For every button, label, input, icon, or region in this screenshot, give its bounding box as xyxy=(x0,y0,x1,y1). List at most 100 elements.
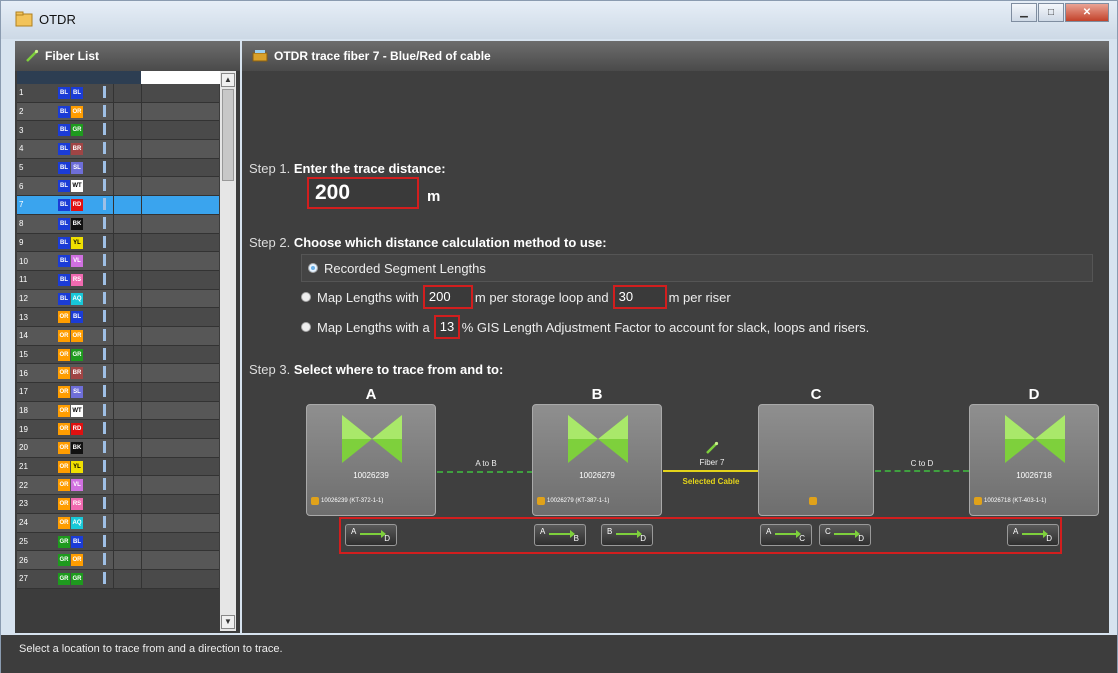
fiber-row[interactable]: 18 OR WT xyxy=(17,401,219,421)
scroll-down-icon[interactable]: ▼ xyxy=(221,615,235,629)
drag-handle-icon[interactable] xyxy=(103,422,106,435)
fiber-row[interactable]: 24 OR AQ xyxy=(17,513,219,533)
drag-handle-icon[interactable] xyxy=(103,86,106,98)
node-b[interactable]: 10026279 10026279 (KT-387-1-1) xyxy=(532,404,662,516)
trace-a-to-d-button[interactable]: A D xyxy=(345,524,397,546)
drag-handle-icon[interactable] xyxy=(103,291,106,304)
maximize-button[interactable]: □ xyxy=(1038,3,1064,22)
column-divider xyxy=(113,551,114,569)
node-a[interactable]: 10026239 10026239 (KT-372-1-1) xyxy=(306,404,436,516)
node-c[interactable] xyxy=(758,404,874,516)
drag-handle-icon[interactable] xyxy=(103,403,106,416)
drag-handle-icon[interactable] xyxy=(103,198,106,211)
drag-handle-icon[interactable] xyxy=(103,459,106,472)
drag-handle-icon[interactable] xyxy=(103,160,106,173)
link-a-to-b[interactable] xyxy=(437,471,533,473)
trace-c-to-d-button[interactable]: C D xyxy=(819,524,871,546)
fiber-row[interactable]: 3 BL GR xyxy=(17,121,219,141)
column-divider xyxy=(113,345,114,364)
node-letter-d: D xyxy=(1028,386,1040,403)
fiber-row[interactable]: 5 BL SL xyxy=(17,158,219,178)
trace-a-to-c-button[interactable]: A C xyxy=(760,524,812,546)
drag-handle-icon[interactable] xyxy=(103,534,106,547)
fiber-row[interactable]: 14 OR OR xyxy=(17,326,219,346)
drag-handle-icon[interactable] xyxy=(103,441,106,454)
drag-handle-icon[interactable] xyxy=(103,571,106,584)
fiber-color-tags: BL BR xyxy=(57,143,83,156)
drag-handle-icon[interactable] xyxy=(103,179,106,192)
fiber-row[interactable]: 21 OR YL xyxy=(17,457,219,477)
drag-handle-icon[interactable] xyxy=(103,254,106,267)
option-recorded-segment-lengths[interactable]: Recorded Segment Lengths xyxy=(301,254,1093,282)
drag-handle-icon[interactable] xyxy=(103,310,106,323)
gis-factor-input[interactable]: 13 xyxy=(433,315,460,339)
fiber-row[interactable]: 13 OR BL xyxy=(17,308,219,327)
fiber-color-tag: OR xyxy=(58,311,70,324)
fiber-row[interactable]: 10 BL VL xyxy=(17,252,219,271)
fiber-list-scrollbar[interactable]: ▲ ▼ xyxy=(220,71,236,631)
fiber-number: 17 xyxy=(19,387,28,397)
fiber-row[interactable]: 12 BL AQ xyxy=(17,289,219,309)
option2-text-c: m per riser xyxy=(668,289,731,305)
fiber-row[interactable]: 17 OR SL xyxy=(17,383,219,402)
fiber-row[interactable]: 25 GR BL xyxy=(17,532,219,552)
storage-loop-input[interactable]: 200 xyxy=(422,285,473,309)
drag-handle-icon[interactable] xyxy=(103,347,106,360)
fiber-color-tags: OR BL xyxy=(57,311,83,324)
fiber-row[interactable]: 23 OR RS xyxy=(17,495,219,514)
fiber-color-tags: OR BK xyxy=(57,442,83,455)
fiber-row[interactable]: 6 BL WT xyxy=(17,177,219,197)
fiber-row[interactable]: 7 BL RD xyxy=(17,196,219,215)
fiber-list-filter-input[interactable] xyxy=(141,71,221,84)
scroll-up-icon[interactable]: ▲ xyxy=(221,73,235,87)
fiber-row[interactable]: 8 BL BK xyxy=(17,214,219,234)
drag-handle-icon[interactable] xyxy=(103,515,106,528)
trace-a-to-b-button[interactable]: A B xyxy=(534,524,586,546)
node-d[interactable]: 10026718 10026718 (KT-403-1-1) xyxy=(969,404,1099,516)
link-c-to-d[interactable] xyxy=(875,470,969,472)
radio-map-lengths-loop-riser[interactable] xyxy=(301,292,311,302)
fiber-color-tag: VL xyxy=(71,255,83,268)
fiber-row[interactable]: 4 BL BR xyxy=(17,140,219,159)
fiber-row[interactable]: 27 GR GR xyxy=(17,569,219,589)
trace-a-to-d-button-right[interactable]: A D xyxy=(1007,524,1059,546)
drag-handle-icon[interactable] xyxy=(103,366,106,379)
fiber-color-tag: RD xyxy=(71,423,83,436)
drag-handle-icon[interactable] xyxy=(103,553,106,566)
link-b-to-c-selected-cable[interactable] xyxy=(663,470,759,472)
splice-bowtie-icon xyxy=(342,415,402,463)
fiber-row[interactable]: 1 BL BL xyxy=(17,84,219,103)
fiber-row[interactable]: 16 OR BR xyxy=(17,364,219,383)
drag-handle-icon[interactable] xyxy=(103,123,106,136)
drag-handle-icon[interactable] xyxy=(103,272,106,285)
drag-handle-icon[interactable] xyxy=(103,142,106,155)
fiber-row[interactable]: 15 OR GR xyxy=(17,345,219,365)
column-divider xyxy=(113,140,114,158)
scroll-thumb[interactable] xyxy=(222,89,234,181)
option-map-lengths-gis-factor[interactable]: Map Lengths with a 13 % GIS Length Adjus… xyxy=(301,315,869,339)
drag-handle-icon[interactable] xyxy=(103,104,106,117)
trace-distance-input[interactable]: 200 xyxy=(307,177,419,209)
drag-handle-icon[interactable] xyxy=(103,328,106,341)
option-map-lengths-loop-riser[interactable]: Map Lengths with 200 m per storage loop … xyxy=(301,285,731,309)
drag-handle-icon[interactable] xyxy=(103,478,106,491)
fiber-row[interactable]: 26 GR OR xyxy=(17,551,219,570)
drag-handle-icon[interactable] xyxy=(103,235,106,248)
radio-recorded-segment-lengths[interactable] xyxy=(308,263,318,273)
fiber-row[interactable]: 2 BL OR xyxy=(17,102,219,122)
radio-map-lengths-gis-factor[interactable] xyxy=(301,322,311,332)
minimize-button[interactable]: ▁ xyxy=(1011,3,1037,22)
fiber-row[interactable]: 9 BL YL xyxy=(17,233,219,253)
drag-handle-icon[interactable] xyxy=(103,216,106,229)
close-button[interactable]: ✕ xyxy=(1065,3,1109,22)
fiber-row[interactable]: 11 BL RS xyxy=(17,270,219,290)
fiber-row[interactable]: 19 OR RD xyxy=(17,420,219,440)
fiber-color-tags: BL SL xyxy=(57,161,83,174)
fiber-number: 13 xyxy=(19,312,28,322)
fiber-row[interactable]: 22 OR VL xyxy=(17,476,219,496)
riser-input[interactable]: 30 xyxy=(612,285,667,309)
drag-handle-icon[interactable] xyxy=(103,385,106,397)
fiber-row[interactable]: 20 OR BK xyxy=(17,439,219,458)
drag-handle-icon[interactable] xyxy=(103,497,106,510)
trace-b-to-d-button[interactable]: B D xyxy=(601,524,653,546)
